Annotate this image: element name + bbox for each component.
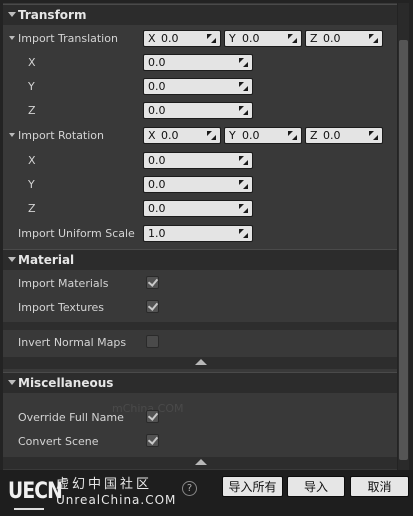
rotation-x-field[interactable]: X 0.0 bbox=[143, 127, 221, 144]
rotation-z-input[interactable]: 0.0 bbox=[143, 200, 253, 217]
uniform-scale-label: Import Uniform Scale bbox=[18, 227, 135, 240]
material-category-header[interactable]: Material bbox=[3, 249, 397, 270]
import-rotation-row: Import Rotation X 0.0 Y 0.0 Z 0.0 bbox=[3, 124, 397, 148]
uecn-logo: UECN bbox=[8, 479, 63, 504]
brand-chinese-text: 虚幻中国社区 bbox=[56, 477, 153, 492]
override-full-name-checkbox[interactable] bbox=[146, 410, 159, 423]
category-title: Miscellaneous bbox=[18, 376, 114, 390]
translation-x-input[interactable]: 0.0 bbox=[143, 54, 253, 71]
brand-site-text: UnrealChina.COM bbox=[56, 493, 177, 507]
collapse-arrow-icon bbox=[8, 257, 16, 262]
rotation-z-row: Z 0.0 bbox=[3, 197, 397, 221]
import-materials-label: Import Materials bbox=[18, 277, 109, 290]
category-title: Material bbox=[18, 253, 75, 267]
drag-handle-icon bbox=[239, 180, 248, 189]
convert-scene-label: Convert Scene bbox=[18, 435, 99, 448]
import-textures-label: Import Textures bbox=[18, 301, 105, 314]
import-all-button[interactable]: 导入所有 bbox=[222, 476, 283, 497]
drag-handle-icon bbox=[239, 58, 248, 67]
import-button[interactable]: 导入 bbox=[287, 476, 345, 497]
expand-arrow-icon[interactable] bbox=[9, 36, 15, 40]
uniform-scale-input[interactable]: 1.0 bbox=[143, 225, 253, 242]
translation-y-input[interactable]: 0.0 bbox=[143, 78, 253, 95]
scrollbar-thumb[interactable] bbox=[399, 40, 408, 460]
rotation-x-input[interactable]: 0.0 bbox=[143, 152, 253, 169]
drag-handle-icon bbox=[239, 229, 248, 238]
import-materials-checkbox[interactable] bbox=[146, 276, 159, 289]
transform-category-header[interactable]: Transform bbox=[3, 4, 397, 25]
drag-handle-icon bbox=[288, 131, 297, 140]
invert-normal-maps-checkbox[interactable] bbox=[146, 335, 159, 348]
axis-label: Y bbox=[28, 80, 35, 93]
convert-scene-row: Convert Scene bbox=[3, 430, 397, 454]
override-full-name-label: Override Full Name bbox=[18, 411, 124, 424]
rotation-z-field[interactable]: Z 0.0 bbox=[305, 127, 383, 144]
translation-z-row: Z 0.0 bbox=[3, 99, 397, 123]
axis-label: X bbox=[28, 154, 36, 167]
drag-handle-icon bbox=[239, 204, 248, 213]
import-materials-row: Import Materials bbox=[3, 272, 397, 296]
drag-handle-icon bbox=[239, 106, 248, 115]
drag-handle-icon bbox=[239, 82, 248, 91]
import-translation-row: Import Translation X 0.0 Y 0.0 Z 0.0 bbox=[3, 27, 397, 51]
axis-label: Z bbox=[28, 104, 36, 117]
advanced-separator bbox=[3, 322, 397, 330]
drag-handle-icon bbox=[207, 34, 216, 43]
misc-collapse-button[interactable] bbox=[3, 457, 397, 469]
translation-x-row: X 0.0 bbox=[3, 51, 397, 75]
rotation-x-row: X 0.0 bbox=[3, 149, 397, 173]
uniform-scale-row: Import Uniform Scale 1.0 bbox=[3, 222, 397, 246]
translation-x-field[interactable]: X 0.0 bbox=[143, 30, 221, 47]
axis-label: Y bbox=[28, 178, 35, 191]
cancel-button[interactable]: 取消 bbox=[350, 476, 409, 497]
rotation-y-input[interactable]: 0.0 bbox=[143, 176, 253, 193]
convert-scene-checkbox[interactable] bbox=[146, 434, 159, 447]
category-title: Transform bbox=[18, 8, 87, 22]
drag-handle-icon bbox=[369, 34, 378, 43]
invert-normal-maps-row: Invert Normal Maps bbox=[3, 331, 397, 355]
import-textures-row: Import Textures bbox=[3, 296, 397, 320]
collapse-arrow-icon bbox=[8, 380, 16, 385]
translation-y-field[interactable]: Y 0.0 bbox=[224, 30, 302, 47]
override-full-name-row: Override Full Name bbox=[3, 406, 397, 430]
drag-handle-icon bbox=[207, 131, 216, 140]
import-textures-checkbox[interactable] bbox=[146, 300, 159, 313]
import-rotation-label: Import Rotation bbox=[18, 129, 105, 142]
expand-arrow-icon[interactable] bbox=[9, 133, 15, 137]
drag-handle-icon bbox=[288, 34, 297, 43]
axis-label: X bbox=[28, 56, 36, 69]
translation-y-row: Y 0.0 bbox=[3, 75, 397, 99]
translation-z-field[interactable]: Z 0.0 bbox=[305, 30, 383, 47]
rotation-y-field[interactable]: Y 0.0 bbox=[224, 127, 302, 144]
invert-normal-maps-label: Invert Normal Maps bbox=[18, 336, 127, 349]
help-icon[interactable]: ? bbox=[182, 481, 197, 496]
drag-handle-icon bbox=[239, 156, 248, 165]
translation-z-input[interactable]: 0.0 bbox=[143, 102, 253, 119]
collapse-arrow-icon bbox=[8, 12, 16, 17]
advanced-collapse-button[interactable] bbox=[3, 357, 397, 369]
import-translation-label: Import Translation bbox=[18, 32, 118, 45]
rotation-y-row: Y 0.0 bbox=[3, 173, 397, 197]
chevron-up-icon bbox=[195, 359, 207, 365]
logo-underline bbox=[14, 502, 44, 510]
drag-handle-icon bbox=[369, 131, 378, 140]
chevron-up-icon bbox=[195, 459, 207, 465]
miscellaneous-category-header[interactable]: Miscellaneous bbox=[3, 372, 397, 393]
axis-label: Z bbox=[28, 202, 36, 215]
